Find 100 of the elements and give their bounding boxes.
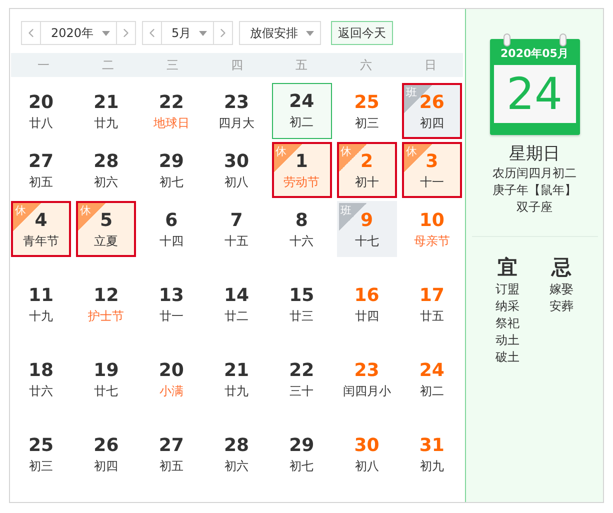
lunar-date: 初六 — [224, 458, 248, 475]
lunar-text: 农历闰四月初二 — [492, 165, 576, 182]
day-cell[interactable]: 休 2 初十 — [336, 142, 397, 198]
lunar-date: 十四 — [159, 233, 184, 250]
lunar-date: 廿九 — [94, 115, 118, 132]
day-cell[interactable]: 休 4 青年节 — [11, 201, 72, 257]
weekday-text: 星期日 — [509, 143, 560, 165]
lunar-date: 小满 — [159, 383, 184, 400]
day-number: 29 — [158, 151, 184, 173]
day-number: 10 — [419, 210, 444, 232]
lunar-date: 母亲节 — [414, 233, 450, 250]
day-number: 7 — [230, 210, 243, 232]
day-number: 28 — [224, 435, 250, 457]
weekday-label: 二 — [100, 56, 115, 74]
lunar-date: 初五 — [159, 458, 184, 475]
day-number: 26 — [419, 92, 444, 114]
day-number: 16 — [354, 285, 380, 307]
day-number: 9 — [360, 210, 374, 232]
day-number: 24 — [419, 360, 444, 382]
day-cell[interactable]: 24 初二 — [272, 83, 332, 139]
almanac-item: 破土 — [496, 349, 520, 366]
day-number: 25 — [28, 435, 54, 457]
lunar-date: 青年节 — [23, 233, 60, 250]
weekday-label: 五 — [294, 56, 309, 74]
lunar-date: 初二 — [290, 114, 314, 131]
day-number: 12 — [94, 285, 119, 307]
day-number: 30 — [224, 151, 250, 173]
lunar-date: 初十 — [354, 174, 379, 191]
day-cell[interactable]: 休 3 十一 — [402, 142, 462, 198]
lunar-date: 廿九 — [224, 383, 248, 400]
lunar-date: 廿三 — [290, 308, 314, 325]
lunar-date: 初七 — [290, 458, 314, 475]
almanac-title: 宜 — [498, 254, 518, 281]
almanac-title: 忌 — [552, 254, 572, 281]
lunar-date: 初二 — [420, 383, 444, 400]
lunar-date: 初六 — [94, 174, 118, 191]
lunar-date: 廿六 — [29, 383, 54, 400]
almanac-item: 订盟 — [496, 281, 520, 298]
lunar-date: 三十 — [290, 383, 314, 400]
lunar-date: 初五 — [29, 174, 54, 191]
day-number: 29 — [289, 435, 314, 457]
day-number: 14 — [224, 285, 250, 307]
binder-rings-icon — [502, 33, 566, 47]
lunar-date: 初四 — [94, 458, 118, 475]
lunar-date: 初三 — [29, 458, 54, 475]
lunar-date: 廿八 — [29, 115, 54, 132]
lunar-date: 廿七 — [94, 383, 118, 400]
today-button[interactable]: 返回今天 — [331, 21, 394, 45]
day-number: 25 — [354, 92, 380, 114]
day-number: 18 — [28, 360, 54, 382]
day-number: 21 — [224, 360, 250, 382]
weekday-label: 日 — [424, 56, 438, 74]
almanac-item: 纳采 — [496, 298, 520, 315]
day-number: 11 — [28, 285, 54, 307]
day-number: 4 — [34, 210, 48, 232]
lunar-date: 闰四月小 — [342, 383, 391, 400]
almanac-item: 祭祀 — [496, 315, 520, 332]
lunar-date: 十九 — [29, 308, 54, 325]
day-number: 22 — [289, 360, 314, 382]
almanac-item: 安葬 — [550, 298, 574, 315]
almanac-item: 嫁娶 — [550, 281, 574, 298]
lunar-date: 十六 — [290, 233, 314, 250]
day-cell[interactable]: 休 5 立夏 — [76, 201, 136, 257]
day-number: 28 — [94, 151, 119, 173]
lunar-date: 初三 — [354, 115, 379, 132]
day-number: 19 — [94, 360, 119, 382]
day-number: 1 — [295, 151, 308, 173]
lunar-date: 廿一 — [159, 308, 184, 325]
weekday-label: 四 — [230, 56, 244, 74]
day-number: 6 — [165, 210, 178, 232]
day-number: 21 — [94, 92, 119, 114]
day-number: 31 — [419, 435, 444, 457]
day-number: 26 — [94, 435, 119, 457]
day-cell[interactable]: 休 1 劳动节 — [272, 142, 332, 198]
lunar-date: 廿五 — [420, 308, 444, 325]
day-number: 23 — [354, 360, 380, 382]
day-number: 27 — [158, 435, 184, 457]
lunar-date: 立夏 — [94, 233, 118, 250]
lunar-date: 初八 — [224, 174, 248, 191]
card-day: 24 — [494, 65, 576, 123]
day-number: 20 — [28, 92, 54, 114]
lunar-date: 十一 — [420, 174, 444, 191]
day-number: 27 — [28, 151, 54, 173]
day-number: 20 — [158, 360, 184, 382]
lunar-date: 廿二 — [224, 308, 248, 325]
day-number: 13 — [158, 285, 184, 307]
day-number: 23 — [224, 92, 250, 114]
zodiac-text: 双子座 — [516, 199, 552, 216]
card-month: 2020年05月 — [500, 47, 568, 61]
lunar-date: 初七 — [159, 174, 184, 191]
lunar-date: 十七 — [354, 233, 379, 250]
lunar-date: 初四 — [420, 115, 444, 132]
day-number: 5 — [100, 210, 112, 232]
lunar-date: 初九 — [420, 458, 444, 475]
day-cell[interactable]: 班 9 十七 — [336, 201, 397, 257]
day-number: 24 — [289, 91, 314, 113]
day-number: 8 — [295, 210, 308, 232]
weekday-label: 三 — [165, 56, 180, 74]
day-number: 22 — [158, 92, 184, 114]
caret-icon — [306, 30, 314, 36]
